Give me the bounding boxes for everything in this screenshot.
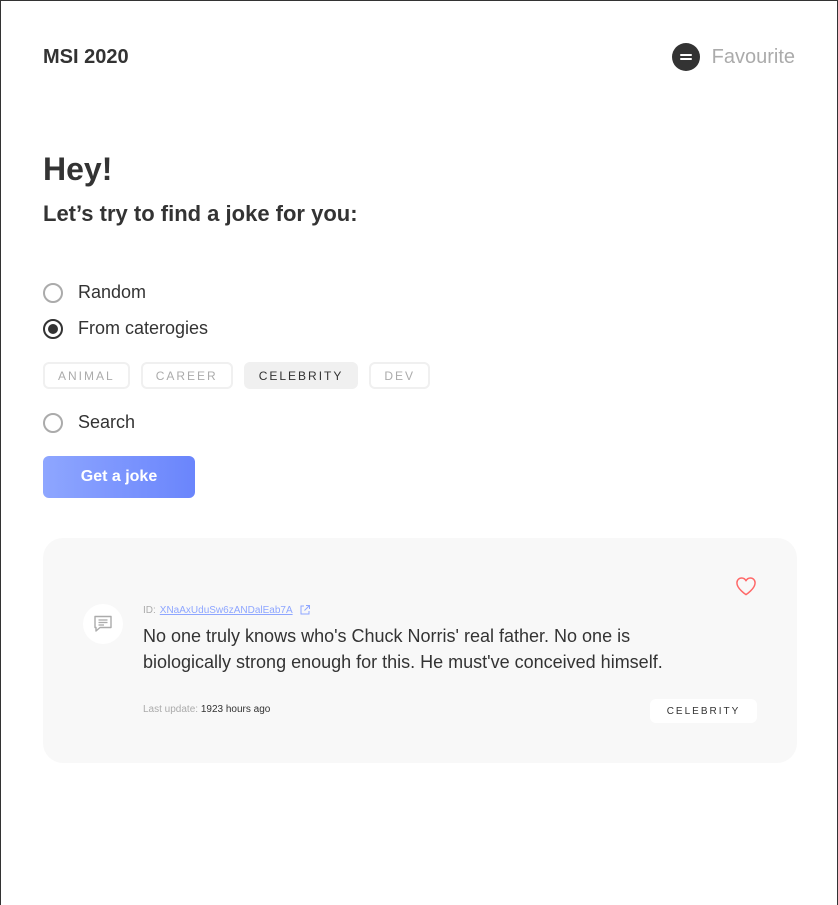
category-chip-animal[interactable]: ANIMAL [43, 362, 130, 389]
header: MSI 2020 Favourite [43, 41, 795, 73]
chat-message-icon [94, 615, 112, 632]
intro-subtitle: Let’s try to find a joke for you: [43, 201, 358, 226]
joke-id-row: ID: XNaAxUduSw6zANDalEab7A [143, 604, 311, 616]
option-search-label: Search [78, 412, 136, 432]
joke-text: No one truly knows who's Chuck Norris' r… [143, 626, 663, 672]
external-link-icon[interactable] [299, 604, 311, 616]
app-frame: MSI 2020 Favourite Hey! Let’s try to fin… [0, 0, 838, 905]
radio-search[interactable] [43, 412, 63, 433]
last-update: Last update: 1923 hours ago [143, 704, 270, 715]
last-update-value: 1923 hours ago [200, 704, 271, 715]
category-list: ANIMAL CAREER CELEBRITY DEV [43, 362, 431, 389]
category-chip-celebrity[interactable]: CELEBRITY [243, 362, 359, 389]
joke-id-prefix: ID: [143, 604, 156, 616]
favourite-toggle[interactable]: Favourite [671, 43, 795, 71]
heart-outline-icon[interactable] [735, 576, 757, 596]
radio-categories[interactable] [43, 318, 63, 339]
option-categories-label: From caterogies [78, 318, 209, 338]
option-random-label: Random [78, 282, 147, 302]
menu-icon[interactable] [671, 43, 700, 71]
joke-card: ID: XNaAxUduSw6zANDalEab7A No one truly … [43, 538, 797, 763]
option-search[interactable]: Search [43, 412, 135, 433]
joke-avatar [83, 604, 123, 644]
joke-category-badge: CELEBRITY [650, 699, 757, 723]
last-update-label: Last update: [143, 704, 199, 715]
brand-title: MSI 2020 [43, 45, 129, 68]
category-chip-career[interactable]: CAREER [140, 362, 233, 389]
option-categories[interactable]: From caterogies [43, 318, 208, 339]
get-joke-button[interactable]: Get a joke [43, 456, 195, 498]
category-chip-dev[interactable]: DEV [369, 362, 431, 389]
option-random[interactable]: Random [43, 282, 146, 303]
radio-random[interactable] [43, 282, 63, 303]
favourite-label[interactable]: Favourite [712, 46, 795, 69]
greeting-heading: Hey! [43, 151, 113, 187]
joke-id-link[interactable]: XNaAxUduSw6zANDalEab7A [160, 605, 293, 616]
